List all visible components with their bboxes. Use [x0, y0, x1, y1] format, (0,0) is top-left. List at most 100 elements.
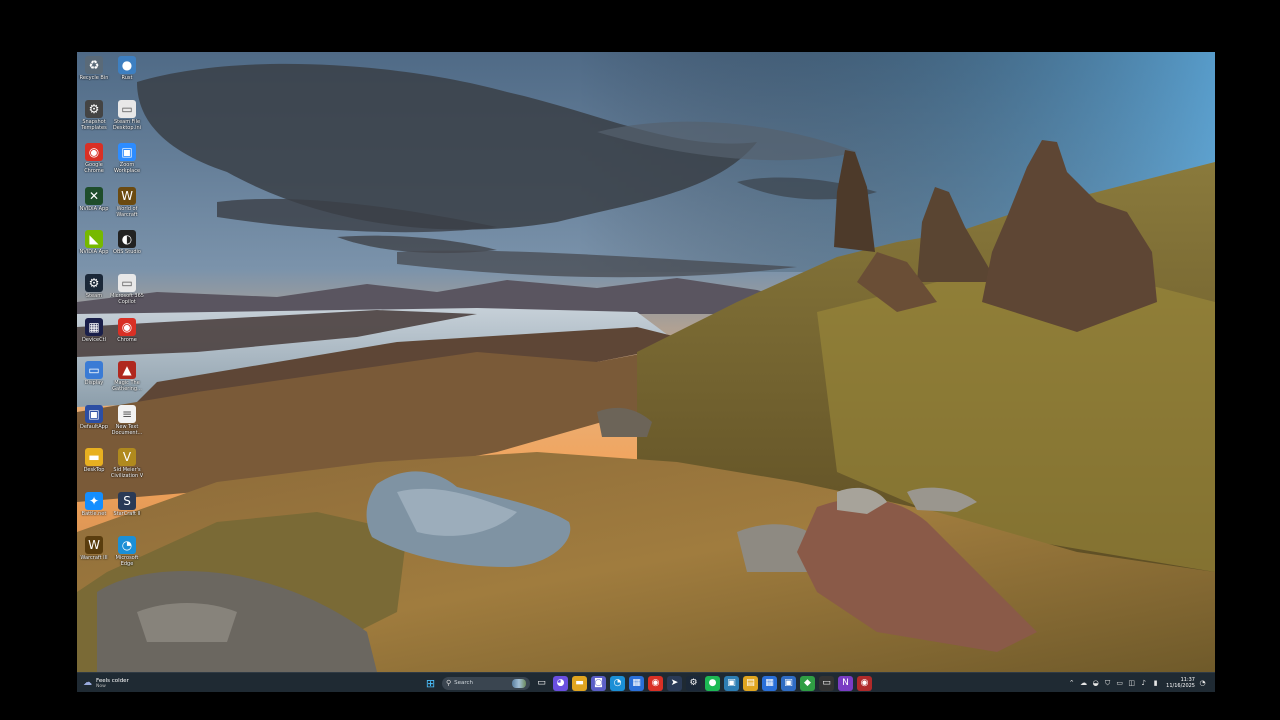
warcraft-icon: W: [85, 535, 103, 554]
desktop-icon-label: DeskTop: [83, 467, 105, 474]
chrome-beta-icon[interactable]: ◉: [857, 675, 872, 691]
start-button[interactable]: ⊞: [423, 676, 438, 691]
file-explorer-icon[interactable]: ▬: [572, 675, 587, 691]
battlenet-icon: ✦: [85, 492, 103, 510]
desktop-icon-label: Snapshot Templates: [81, 118, 107, 131]
obs-icon: ◐: [118, 230, 136, 249]
notification-icon[interactable]: ◔: [1198, 679, 1207, 687]
desktop-icon[interactable]: ⚙ Steam: [77, 274, 111, 314]
desktop-icon[interactable]: ◔ Microsoft Edge: [110, 535, 144, 576]
file-icon: ▭: [118, 99, 136, 118]
desktop-icon-label: Magic The Gathering...: [112, 380, 142, 393]
app-icon: ▣: [85, 404, 103, 423]
desktop-icon[interactable]: V Sid Meier's Civilization V: [110, 448, 144, 488]
weather-icon: ☁: [83, 678, 92, 688]
desktop-icon[interactable]: ▬ DeskTop: [77, 448, 111, 488]
calendar-icon[interactable]: ▦: [762, 675, 777, 691]
edge-icon[interactable]: ◔: [610, 675, 625, 691]
teams-icon[interactable]: ◙: [591, 675, 606, 691]
desktop-icon[interactable]: ⚙ Snapshot Templates: [77, 99, 111, 140]
folder-icon: ▬: [85, 448, 103, 467]
nvidia-icon: ◣: [85, 230, 103, 249]
steam-icon[interactable]: ⚙: [686, 675, 701, 691]
text-document-icon: ≡: [118, 404, 136, 423]
chrome-icon[interactable]: ◉: [648, 675, 663, 691]
taskbar-apps: ▭ ◕ ▬ ◙ ◔ ▦ ◉ ➤ ⚙ ● ▣ ▤ ▦ ▣ ◆ ▭ N ◉: [534, 675, 872, 691]
security-icon[interactable]: ⛉: [1103, 679, 1112, 688]
desktop-icon[interactable]: W Warcraft III: [77, 535, 111, 576]
desktop-wallpaper: [77, 52, 1215, 672]
desktop-icon-label: Recycle Bin: [79, 75, 109, 81]
desktop-icon-label: NVIDIA App: [79, 249, 109, 256]
search-box[interactable]: ⚲ Search: [442, 676, 530, 690]
desktop-icon[interactable]: S StarCraft II: [110, 492, 144, 532]
desktop-icon[interactable]: ◉ Chrome: [110, 317, 144, 358]
desktop-icon[interactable]: ≡ New Text Document...: [110, 404, 144, 445]
desktop-icon-label: DeviceCtl: [82, 336, 106, 343]
display-icon[interactable]: ▭: [1115, 679, 1124, 687]
desktop-icon[interactable]: ◐ OBS Studio: [110, 230, 144, 270]
desktop-icon-label: New Text Document...: [111, 423, 143, 436]
desktop-screen: ♻ Recycle Bin ● Rust ⚙ Snapshot Templates ▭ Ste…: [77, 52, 1215, 692]
clock-date: 11/16/2025: [1166, 683, 1195, 689]
colorful-app-icon[interactable]: ◕: [553, 675, 568, 691]
search-icon: ⚲: [446, 679, 452, 687]
desktop-icon[interactable]: ✦ Battle.net: [77, 492, 111, 532]
desktop-icon[interactable]: ▭ Microsoft 365 Copilot: [110, 274, 144, 314]
system-tray: ⌃ ☁ ◒ ⛉ ▭ ◫ ♪ ▮ 11:37 11/16/2025 ◔: [1067, 675, 1207, 691]
chrome-icon: ◉: [85, 143, 103, 162]
notes-icon[interactable]: ▤: [743, 675, 758, 691]
onedrive-icon[interactable]: ◒: [1091, 679, 1100, 687]
task-view-icon[interactable]: ▭: [534, 676, 549, 691]
taskbar: ☁ Feels colder Now ⊞ ⚲ Search ▭ ◕ ▬ ◙ ◔ ▦ ◉ ➤ ⚙ ●…: [77, 672, 1215, 692]
desktop-icon[interactable]: ▲ Magic The Gathering...: [110, 361, 144, 401]
desktop-icon[interactable]: W World of Warcraft: [110, 186, 144, 227]
desktop-icon-label: Steam File Desktop.ini: [112, 118, 142, 131]
desktop-icon[interactable]: ✕ NVIDIA App: [77, 186, 111, 227]
chevron-up-icon[interactable]: ⌃: [1067, 679, 1076, 687]
cloud-icon[interactable]: ☁: [1079, 679, 1088, 687]
desktop-icon-label: World of Warcraft: [116, 205, 138, 218]
store-icon[interactable]: ▦: [629, 675, 644, 691]
monitor-icon: ▭: [85, 361, 103, 380]
weather-widget[interactable]: ☁ Feels colder Now: [83, 675, 129, 691]
desktop-icon-label: Warcraft III: [80, 554, 108, 561]
desktop-icon-label: Google Chrome: [84, 162, 104, 175]
network-icon[interactable]: ◫: [1127, 679, 1136, 687]
taskbar-center: ⊞ ⚲ Search ▭ ◕ ▬ ◙ ◔ ▦ ◉ ➤ ⚙ ● ▣ ▤ ▦ ▣ ◆ ▭ N ◉: [423, 675, 872, 691]
desktop-icon-label: Sid Meier's Civilization V: [110, 467, 144, 480]
spotify-icon[interactable]: ●: [705, 675, 720, 691]
warcraft-icon: W: [118, 186, 136, 205]
desktop-icon-label: Steam: [85, 293, 103, 299]
terminal-icon: ✕: [85, 186, 103, 205]
civ-icon: V: [118, 448, 136, 467]
search-placeholder: Search: [454, 680, 474, 686]
photos-icon[interactable]: ▣: [724, 675, 739, 691]
edge-icon: ◔: [118, 535, 136, 554]
windows-app-icon[interactable]: ▣: [781, 675, 796, 691]
mtg-icon: ▲: [118, 361, 136, 380]
desktop-icon[interactable]: ▭ Steam File Desktop.ini: [110, 99, 144, 140]
desktop-icon[interactable]: ▭ Display: [77, 361, 111, 401]
desktop-icon[interactable]: ♻ Recycle Bin: [77, 56, 111, 96]
battery-icon[interactable]: ▮: [1151, 679, 1160, 687]
zoom-icon: ▣: [118, 143, 136, 162]
send-icon[interactable]: ➤: [667, 675, 682, 691]
desktop-icon-label: Microsoft Edge: [115, 554, 139, 567]
globe-icon: ●: [118, 56, 136, 74]
desktop-icon-label: DefaultApp: [79, 423, 109, 430]
desktop-icon-label: StarCraft II: [113, 511, 141, 517]
desktop-icon[interactable]: ● Rust: [110, 56, 144, 96]
onenote-icon[interactable]: N: [838, 675, 853, 691]
desktop-icon[interactable]: ▣ Zoom Workplace: [110, 143, 144, 183]
volume-icon[interactable]: ♪: [1139, 679, 1148, 687]
desktop-icon[interactable]: ▦ DeviceCtl: [77, 317, 111, 358]
clock[interactable]: 11:37 11/16/2025: [1166, 677, 1195, 689]
terminal-icon[interactable]: ▭: [819, 675, 834, 691]
desktop-icon[interactable]: ◉ Google Chrome: [77, 143, 111, 183]
desktop-icon[interactable]: ◣ NVIDIA App: [77, 230, 111, 270]
desktop-icon[interactable]: ▣ DefaultApp: [77, 404, 111, 445]
xbox-icon[interactable]: ◆: [800, 675, 815, 691]
desktop-icon-label: Battle.net: [81, 511, 107, 517]
desktop-icon-label: Zoom Workplace: [113, 162, 141, 175]
